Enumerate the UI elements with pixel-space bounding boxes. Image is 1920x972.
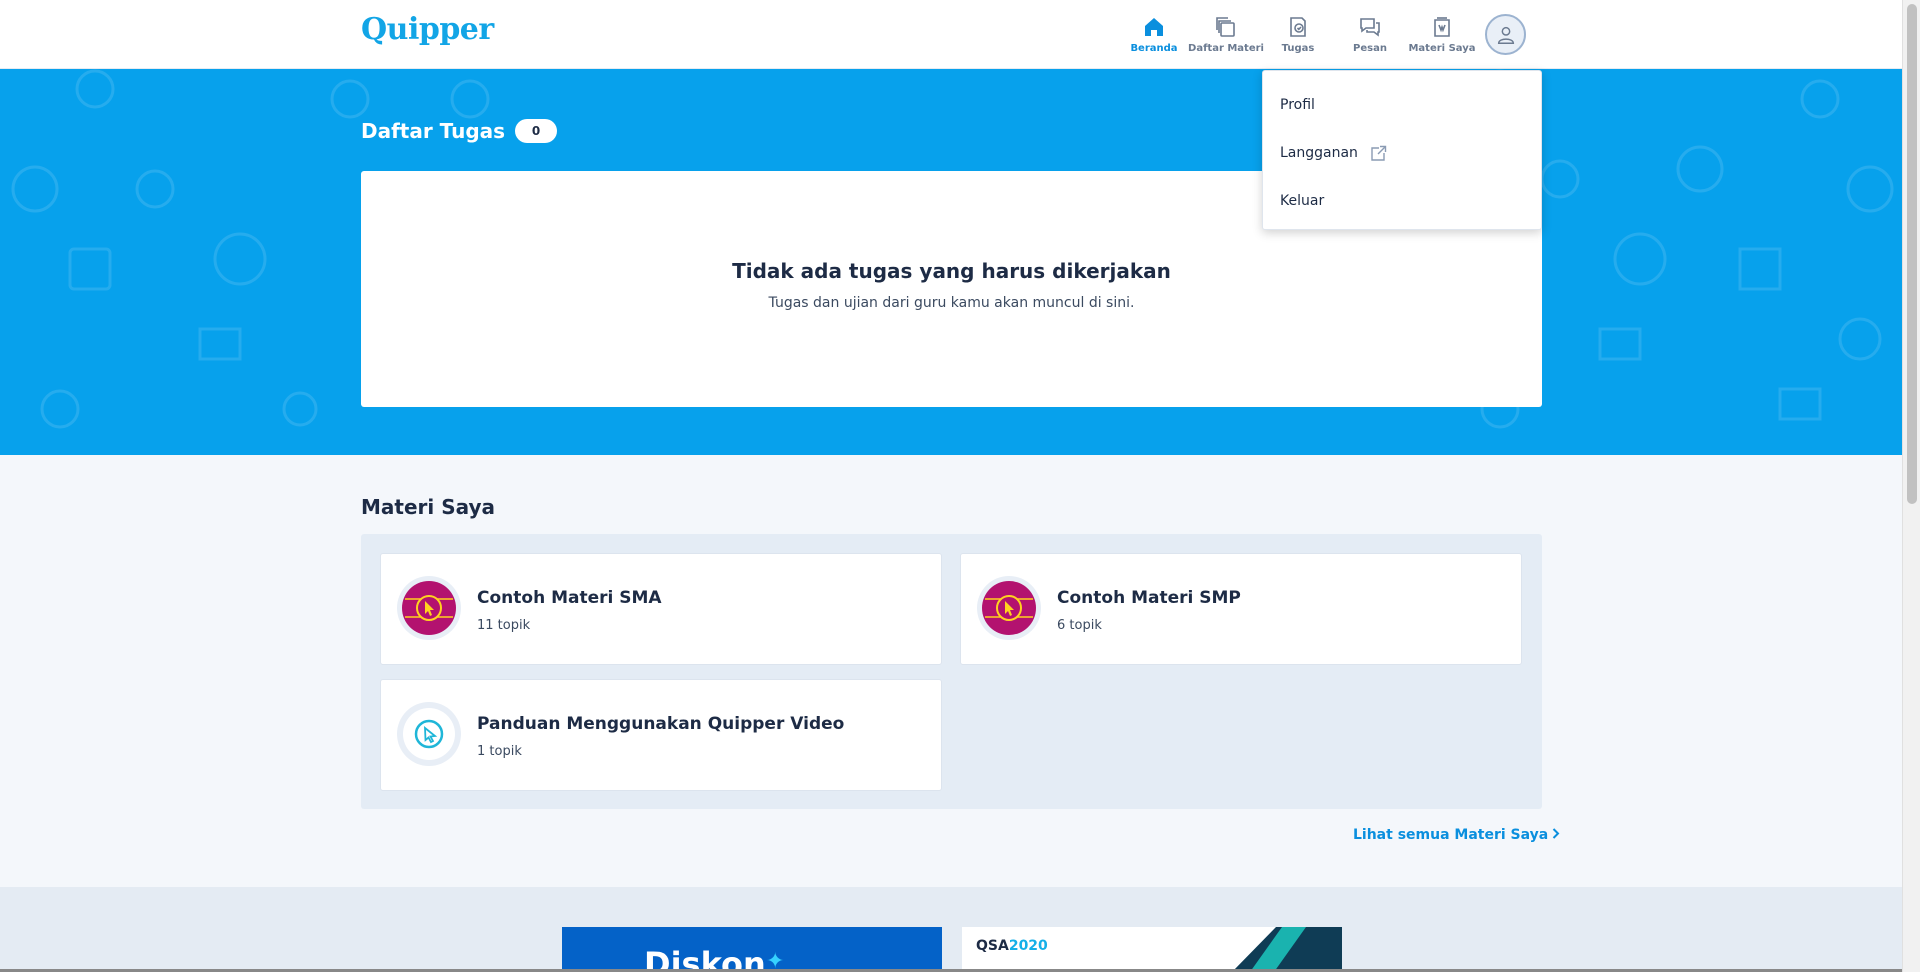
assignments-header: Daftar Tugas 0 (361, 119, 558, 143)
menu-item-langganan[interactable]: Langganan (1263, 129, 1541, 177)
message-icon (1360, 18, 1380, 37)
nav-label: Tugas (1281, 43, 1315, 54)
quipper-logo[interactable]: Quipper (361, 12, 494, 47)
see-all-label: Lihat semua Materi Saya (1353, 827, 1549, 843)
banner-qsa-prefix: QSA (976, 938, 1009, 954)
course-list-icon (1216, 17, 1235, 37)
menu-item-label: Langganan (1280, 145, 1358, 161)
course-name: Contoh Materi SMP (1057, 588, 1241, 608)
nav-label: Materi Saya (1408, 43, 1476, 54)
course-topic-count: 1 topik (477, 744, 522, 759)
course-list: Contoh Materi SMA 11 topik Contoh Materi… (361, 534, 1542, 809)
user-icon (1497, 26, 1514, 44)
nav-label: Beranda (1130, 43, 1178, 54)
nav-daftar-materi[interactable]: Daftar Materi (1188, 0, 1264, 69)
course-name: Panduan Menggunakan Quipper Video (477, 714, 845, 734)
assignments-hero: Daftar Tugas 0 Tidak ada tugas yang haru… (0, 69, 1902, 455)
nav-tugas[interactable]: Tugas (1262, 0, 1334, 69)
see-all-my-courses-link[interactable]: Lihat semua Materi Saya (1353, 827, 1560, 843)
user-avatar-button[interactable] (1485, 14, 1526, 55)
top-header: Quipper Beranda Daftar Materi Tugas Pesa… (0, 0, 1902, 69)
course-icon-badge (397, 576, 461, 640)
menu-item-keluar[interactable]: Keluar (1263, 177, 1541, 225)
course-topic-count: 11 topik (477, 618, 531, 633)
assignments-count-badge: 0 (515, 119, 558, 143)
chevron-right-icon (1553, 828, 1560, 839)
main-nav: Beranda Daftar Materi Tugas Pesan Materi… (1118, 0, 1478, 69)
my-courses-title: Materi Saya (361, 495, 496, 519)
my-courses-section: Materi Saya Contoh Materi SMA 11 topik C… (0, 455, 1902, 887)
assignment-icon (1290, 17, 1306, 37)
cursor-outline-icon (403, 708, 455, 760)
nav-label: Daftar Materi (1188, 43, 1264, 54)
course-icon-badge (397, 702, 461, 766)
course-card-panduan[interactable]: Panduan Menggunakan Quipper Video 1 topi… (380, 679, 942, 791)
menu-item-label: Keluar (1280, 193, 1325, 209)
course-topic-count: 6 topik (1057, 618, 1102, 633)
promo-banner-diskon[interactable]: Diskon ✦ (562, 927, 942, 972)
banner-diskon-text: Diskon (644, 945, 766, 972)
course-name: Contoh Materi SMA (477, 588, 662, 608)
menu-item-profil[interactable]: Profil (1263, 81, 1541, 129)
empty-state-text: Tugas dan ujian dari guru kamu akan munc… (768, 295, 1135, 311)
external-link-icon (1371, 145, 1387, 161)
nav-beranda[interactable]: Beranda (1118, 0, 1190, 69)
nav-materi-saya[interactable]: Materi Saya (1406, 0, 1478, 69)
course-icon-badge (977, 576, 1041, 640)
promo-banner-qsa[interactable]: QSA2020 (962, 927, 1342, 972)
banner-qsa-year: 2020 (1008, 938, 1048, 954)
banner-qsa-text: QSA2020 (976, 938, 1048, 954)
course-card-sma[interactable]: Contoh Materi SMA 11 topik (380, 553, 942, 665)
home-icon (1145, 18, 1163, 36)
scrollbar-thumb[interactable] (1907, 4, 1917, 504)
cursor-badge-icon (982, 581, 1036, 635)
assignments-title: Daftar Tugas (361, 119, 506, 143)
empty-state-title: Tidak ada tugas yang harus dikerjakan (732, 259, 1171, 283)
menu-item-label: Profil (1280, 97, 1315, 113)
my-course-icon (1434, 17, 1450, 37)
promo-banners: Diskon ✦ QSA2020 (0, 887, 1902, 972)
user-dropdown-menu: Profil Langganan Keluar (1262, 70, 1542, 230)
cursor-badge-icon (402, 581, 456, 635)
page-scrollbar[interactable] (1902, 0, 1920, 972)
course-card-smp[interactable]: Contoh Materi SMP 6 topik (960, 553, 1522, 665)
nav-label: Pesan (1353, 43, 1387, 54)
nav-pesan[interactable]: Pesan (1334, 0, 1406, 69)
